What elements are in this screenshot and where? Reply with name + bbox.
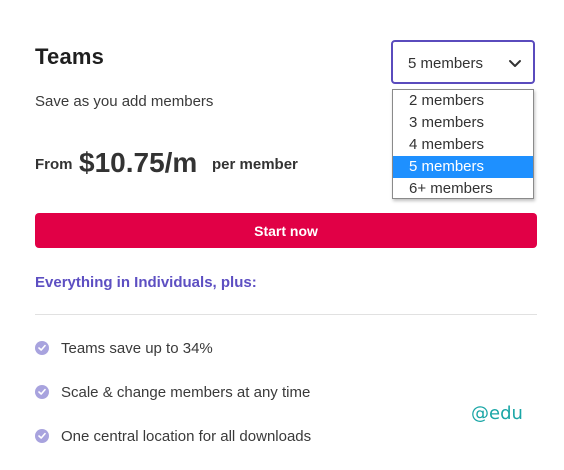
- check-icon: [35, 429, 49, 443]
- price-amount: $10.75/m: [79, 147, 198, 178]
- divider: [35, 314, 537, 315]
- option-6plus-members[interactable]: 6+ members: [393, 178, 533, 200]
- check-icon: [35, 385, 49, 399]
- plan-subtitle: Save as you add members: [35, 93, 214, 110]
- member-count-value: 5 members: [408, 55, 484, 72]
- price-from-label: From: [35, 156, 73, 173]
- feature-label: One central location for all downloads: [61, 427, 312, 445]
- price-per-label: per member: [212, 156, 298, 173]
- option-5-members[interactable]: 5 members: [393, 156, 533, 178]
- watermark-text: @edu: [471, 403, 523, 424]
- features-heading: Everything in Individuals, plus:: [35, 274, 257, 291]
- member-count-select[interactable]: 5 members: [391, 40, 535, 84]
- option-2-members[interactable]: 2 members: [393, 90, 533, 112]
- feature-label: Teams save up to 34%: [61, 339, 213, 357]
- plan-title: Teams: [35, 44, 105, 69]
- start-now-button[interactable]: Start now: [35, 213, 537, 248]
- option-4-members[interactable]: 4 members: [393, 134, 533, 156]
- check-icon: [35, 341, 49, 355]
- option-3-members[interactable]: 3 members: [393, 112, 533, 134]
- chevron-down-icon: [507, 55, 523, 71]
- feature-item: One central location for all downloads: [35, 425, 311, 447]
- teams-plan-card: Teams Save as you add members 5 members …: [0, 0, 564, 470]
- feature-item: Teams save up to 34%: [35, 337, 213, 359]
- feature-item: Scale & change members at any time: [35, 381, 310, 403]
- feature-label: Scale & change members at any time: [61, 383, 311, 401]
- member-count-options: 2 members 3 members 4 members 5 members …: [392, 89, 534, 199]
